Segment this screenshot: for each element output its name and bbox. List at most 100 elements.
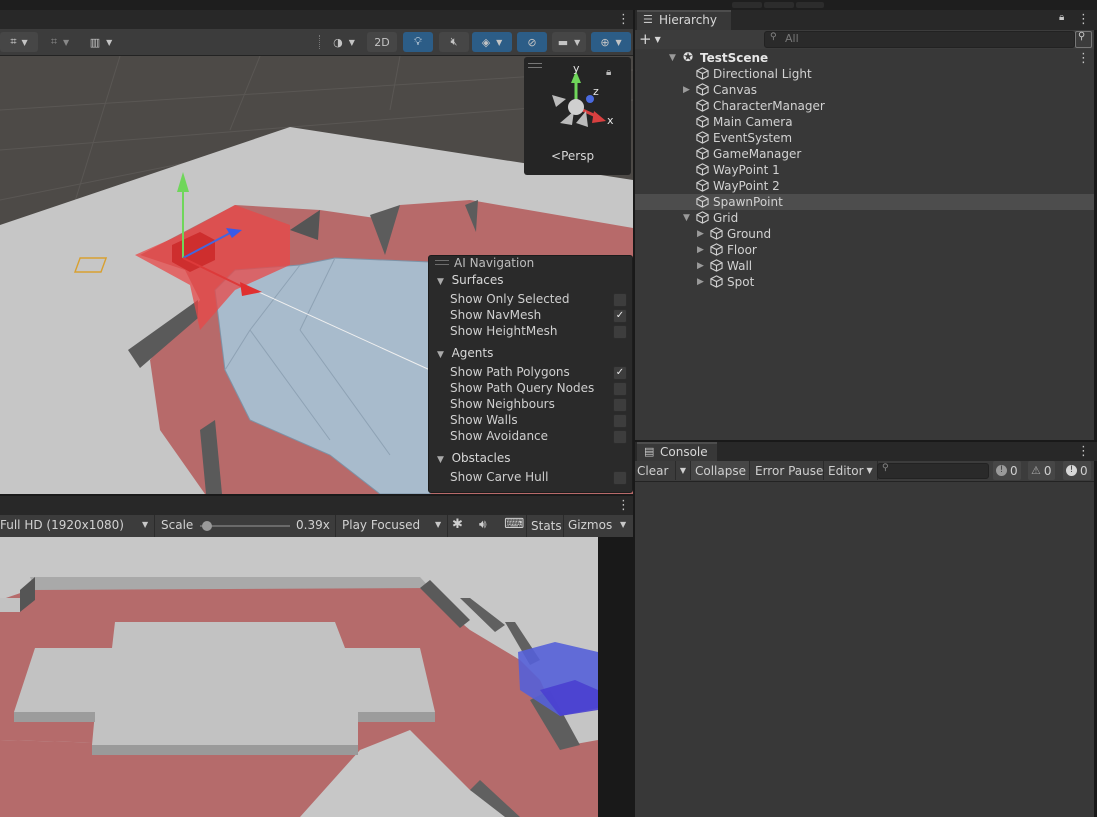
option-label: Show Only Selected xyxy=(450,292,570,306)
grid-snap-button[interactable]: ⌗ ▼ xyxy=(0,32,38,52)
section-surfaces[interactable]: ▼ Surfaces xyxy=(437,273,504,287)
hierarchy-item[interactable]: ▶ Ground xyxy=(635,226,1094,242)
increment-snap-button[interactable]: ⌗ ▼ xyxy=(42,32,78,52)
frame-debugger-bug-icon[interactable]: ✱ xyxy=(452,517,463,532)
show-only-selected-checkbox[interactable] xyxy=(613,293,627,307)
gizmos-label: Gizmos xyxy=(568,518,613,532)
gameobject-cube-icon xyxy=(710,227,723,240)
hierarchy-item[interactable]: ▶ Spot xyxy=(635,274,1094,290)
chevron-down-icon: ▼ xyxy=(142,520,149,529)
overlay-drag-handle-icon[interactable] xyxy=(435,260,449,265)
lock-icon[interactable]: 🔒︎ xyxy=(1059,12,1064,23)
show-neighbours-checkbox[interactable] xyxy=(613,398,627,412)
scene-name: TestScene xyxy=(700,51,769,65)
collapsed-arrow-icon[interactable]: ▶ xyxy=(697,243,704,257)
show-path-polygons-checkbox[interactable]: ✓ xyxy=(613,366,627,380)
show-walls-checkbox[interactable] xyxy=(613,414,627,428)
grid-visibility-button[interactable]: ▥ ▼ xyxy=(84,32,118,52)
resolution-dropdown[interactable]: Full HD (1920x1080) ▼ xyxy=(0,515,155,537)
shading-mode-icon: ◑ xyxy=(333,35,343,49)
hierarchy-item[interactable]: ▶ Canvas xyxy=(635,82,1094,98)
gizmos-button[interactable]: Gizmos ▼ xyxy=(563,515,634,537)
increment-snap-icon: ⌗ xyxy=(50,35,58,48)
audio-icon[interactable]: 🔊︎ xyxy=(479,517,487,532)
create-button[interactable]: + ▼ xyxy=(639,31,665,47)
error-icon: ! xyxy=(1066,465,1077,476)
hierarchy-more-icon[interactable]: ⋮ xyxy=(1077,13,1090,26)
collapse-arrow-icon: ▼ xyxy=(437,455,444,465)
expanded-arrow-icon[interactable]: ▼ xyxy=(683,211,690,225)
error-filter-toggle[interactable]: ! 0 xyxy=(1063,461,1091,480)
hierarchy-item[interactable]: Directional Light xyxy=(635,66,1094,82)
hierarchy-item[interactable]: SpawnPoint xyxy=(635,194,1094,210)
show-path-query-nodes-checkbox[interactable] xyxy=(613,382,627,396)
scene-more-icon[interactable]: ⋮ xyxy=(617,13,630,26)
gizmos-toggle[interactable]: ⊕ ▼ xyxy=(591,32,631,52)
scale-slider-thumb[interactable] xyxy=(201,521,212,531)
option-label: Show HeightMesh xyxy=(450,324,558,338)
error-pause-toggle[interactable]: Error Pause xyxy=(749,461,828,480)
hierarchy-item[interactable]: ▼ Grid xyxy=(635,210,1094,226)
hierarchy-item-label: Wall xyxy=(727,259,753,273)
warning-filter-toggle[interactable]: ⚠ 0 xyxy=(1028,461,1055,480)
gameobject-cube-icon xyxy=(696,211,709,224)
hierarchy-item[interactable]: WayPoint 1 xyxy=(635,162,1094,178)
resolution-value: Full HD (1920x1080) xyxy=(0,518,124,532)
clear-options-dropdown[interactable]: ▼ xyxy=(675,461,690,480)
show-navmesh-checkbox[interactable]: ✓ xyxy=(613,309,627,323)
effects-icon: ◈ xyxy=(481,35,491,49)
collapsed-arrow-icon[interactable]: ▶ xyxy=(697,275,704,289)
unity-scene-icon: ✪ xyxy=(683,50,694,64)
console-search-field[interactable]: ⚲ xyxy=(877,463,989,479)
hierarchy-item[interactable]: GameManager xyxy=(635,146,1094,162)
hierarchy-tab-label: Hierarchy xyxy=(659,13,718,27)
game-more-icon[interactable]: ⋮ xyxy=(617,499,630,512)
hierarchy-item[interactable]: WayPoint 2 xyxy=(635,178,1094,194)
hierarchy-item[interactable]: EventSystem xyxy=(635,130,1094,146)
scene-root-row[interactable]: ▼ ✪ TestScene ⋮ xyxy=(635,50,1094,66)
section-agents[interactable]: ▼ Agents xyxy=(437,346,493,360)
hierarchy-search-field[interactable]: ⚲ All xyxy=(764,31,1075,48)
scale-value: 0.39x xyxy=(296,518,330,532)
show-carve-hull-checkbox[interactable] xyxy=(613,471,627,485)
console-more-icon[interactable]: ⋮ xyxy=(1077,445,1090,458)
info-filter-toggle[interactable]: ! 0 xyxy=(993,461,1021,480)
hierarchy-item[interactable]: Main Camera xyxy=(635,114,1094,130)
stats-button[interactable]: Stats xyxy=(526,515,566,537)
section-obstacles[interactable]: ▼ Obstacles xyxy=(437,451,511,465)
scene-camera-button[interactable]: ▬ ▼ xyxy=(552,32,586,52)
tab-hierarchy[interactable]: ☰ Hierarchy xyxy=(637,10,731,30)
collapsed-arrow-icon[interactable]: ▶ xyxy=(697,227,704,241)
show-heightmesh-checkbox[interactable] xyxy=(613,325,627,339)
collapse-toggle[interactable]: Collapse xyxy=(690,461,750,480)
keyboard-icon[interactable]: ⌨ xyxy=(504,516,524,532)
editor-dropdown[interactable]: Editor ▼ xyxy=(823,461,878,480)
scene-visibility-toggle[interactable]: ⊘ xyxy=(517,32,547,52)
lighting-toggle[interactable]: 💡︎ xyxy=(403,32,433,52)
expanded-arrow-icon[interactable]: ▼ xyxy=(669,51,676,65)
drag-handle-icon[interactable] xyxy=(528,63,542,68)
hierarchy-item[interactable]: ▶ Floor xyxy=(635,242,1094,258)
scene-more-icon[interactable]: ⋮ xyxy=(1077,52,1090,65)
show-avoidance-checkbox[interactable] xyxy=(613,430,627,444)
play-mode-dropdown[interactable]: Play Focused ▼ xyxy=(335,515,448,537)
view-orientation-gizmo[interactable]: 🔒︎ y z x <Persp xyxy=(524,57,631,175)
collapsed-arrow-icon[interactable]: ▶ xyxy=(697,259,704,273)
collapsed-arrow-icon[interactable]: ▶ xyxy=(683,83,690,97)
shading-mode-button[interactable]: ◑ ▼ xyxy=(326,32,362,52)
mode-2d-button[interactable]: 2D xyxy=(367,32,397,52)
scene-search-toggle[interactable]: ⚲ xyxy=(1075,31,1092,48)
effects-button[interactable]: ◈ ▼ xyxy=(472,32,512,52)
hierarchy-item[interactable]: CharacterManager xyxy=(635,98,1094,114)
audio-toggle[interactable]: 🔇︎ xyxy=(439,32,469,52)
projection-toggle[interactable]: <Persp xyxy=(551,149,594,163)
gameobject-cube-icon xyxy=(696,67,709,80)
tab-console[interactable]: ▤ Console xyxy=(637,442,717,461)
perspective-icon: < xyxy=(551,149,562,163)
game-viewport[interactable] xyxy=(0,537,598,817)
console-log-area[interactable] xyxy=(635,482,1094,817)
clear-button[interactable]: Clear xyxy=(637,461,668,480)
scene-toolbar: ⌗ ▼ ⌗ ▼ ▥ ▼ ◑ ▼ 2D 💡︎ 🔇︎ ◈ ▼ ⊘ ▬ ▼ ⊕ ▼ xyxy=(0,29,633,56)
hierarchy-item[interactable]: ▶ Wall xyxy=(635,258,1094,274)
scale-slider[interactable] xyxy=(200,521,290,531)
